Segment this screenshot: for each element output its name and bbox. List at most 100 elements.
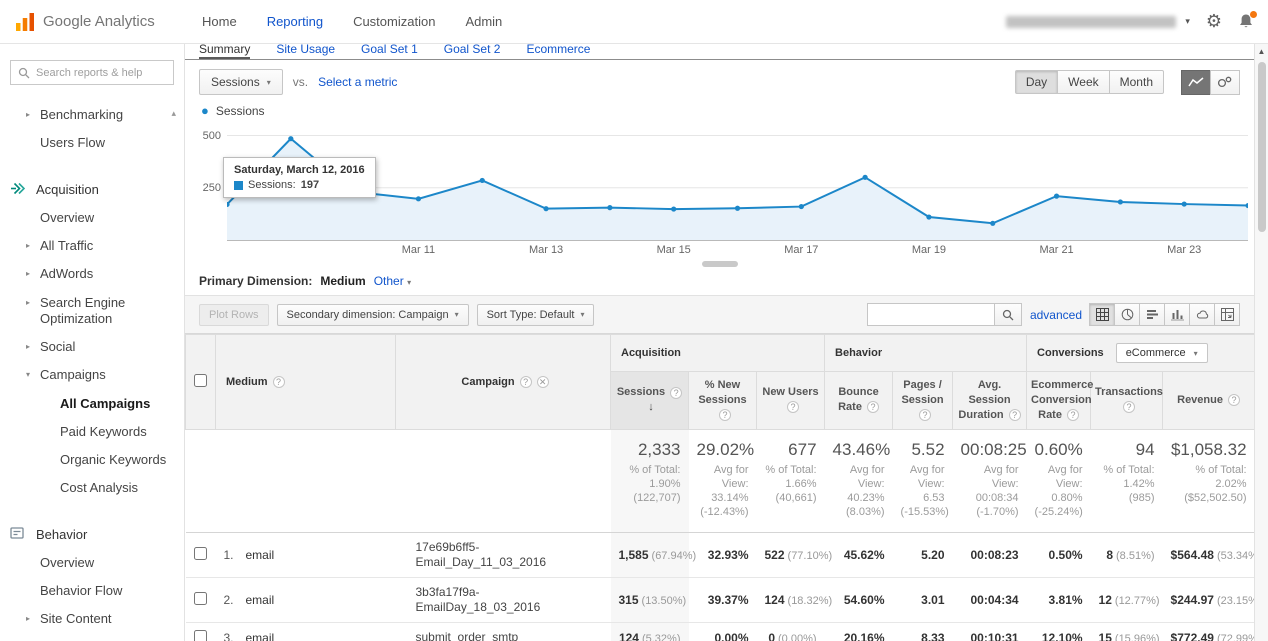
row-checkbox[interactable] [194, 630, 207, 641]
nav-item-reporting[interactable]: Reporting [267, 14, 323, 29]
totals-cell: 29.02%Avg for View: 33.14% (-12.43%) [689, 429, 757, 532]
search-reports-input[interactable] [36, 67, 166, 79]
primary-dimension-medium[interactable]: Medium [320, 274, 365, 288]
sidebar-item-organic-keywords[interactable]: Organic Keywords [0, 446, 184, 474]
sidebar-item-label: All Traffic [40, 238, 93, 253]
metric-value: 54.60% [844, 593, 885, 607]
sidebar-section-behavior[interactable]: Behavior [0, 521, 184, 549]
sidebar-item-cost-analysis[interactable]: Cost Analysis [0, 474, 184, 502]
plot-rows-button[interactable]: Plot Rows [199, 304, 269, 326]
help-icon[interactable]: ? [1009, 409, 1021, 421]
metric-value: 124 [765, 593, 785, 607]
term-cloud-view-icon[interactable] [1189, 303, 1215, 326]
sidebar-item-search-engine-optimization[interactable]: ▸Search Engine Optimization [0, 289, 184, 334]
chart-plot-area[interactable]: Saturday, March 12, 2016 Sessions: 197 [227, 123, 1248, 241]
row-checkbox[interactable] [194, 592, 207, 605]
help-icon[interactable]: ? [867, 401, 879, 413]
column-header-medium[interactable]: Medium? [216, 335, 396, 430]
sort-type-button[interactable]: Sort Type: Default ▾ [477, 304, 595, 326]
sidebar-item-behavior-flow[interactable]: Behavior Flow [0, 577, 184, 605]
header-right-controls: ▾ ⚙ [1006, 11, 1254, 32]
sidebar-item-all-campaigns[interactable]: All Campaigns [0, 390, 184, 418]
metric-selector-button[interactable]: Sessions ▾ [199, 69, 283, 95]
column-header-new-users[interactable]: New Users? [757, 372, 825, 430]
help-icon[interactable]: ? [273, 376, 285, 388]
row-checkbox[interactable] [194, 547, 207, 560]
tab-summary[interactable]: Summary [199, 44, 250, 59]
sidebar-item-benchmarking[interactable]: ▸Benchmarking [0, 101, 184, 129]
sidebar-item-users-flow[interactable]: Users Flow [0, 129, 184, 157]
help-icon[interactable]: ? [1228, 394, 1240, 406]
help-icon[interactable]: ? [1123, 401, 1135, 413]
motion-chart-icon[interactable] [1210, 70, 1240, 95]
sidebar-item-paid-keywords[interactable]: Paid Keywords [0, 418, 184, 446]
tab-goal-set-2[interactable]: Goal Set 2 [444, 44, 501, 59]
pivot-view-icon[interactable] [1214, 303, 1240, 326]
nav-item-admin[interactable]: Admin [465, 14, 502, 29]
conversions-type-select[interactable]: eCommerce▾ [1116, 343, 1208, 363]
granularity-day-button[interactable]: Day [1015, 70, 1058, 94]
nav-item-customization[interactable]: Customization [353, 14, 435, 29]
sidebar-item-campaigns[interactable]: ▾Campaigns [0, 361, 184, 389]
table-search-input[interactable] [867, 303, 995, 326]
x-axis-tick-label: Mar 21 [1039, 244, 1073, 256]
granularity-month-button[interactable]: Month [1109, 70, 1164, 94]
column-header-campaign[interactable]: Campaign?✕ [396, 335, 611, 430]
gear-icon[interactable]: ⚙ [1206, 11, 1222, 32]
x-axis-tick-label: Mar 19 [912, 244, 946, 256]
sidebar-item-overview[interactable]: Overview [0, 204, 184, 232]
sidebar-section-acquisition[interactable]: Acquisition [0, 176, 184, 204]
vertical-scrollbar[interactable]: ▲ [1254, 44, 1268, 641]
help-icon[interactable]: ? [1067, 409, 1079, 421]
tab-site-usage[interactable]: Site Usage [276, 44, 335, 59]
granularity-week-button[interactable]: Week [1057, 70, 1109, 94]
notifications-bell-icon[interactable] [1238, 13, 1254, 30]
remove-secondary-dimension-icon[interactable]: ✕ [537, 376, 549, 388]
sidebar-item-adwords[interactable]: ▸AdWords [0, 260, 184, 288]
nav-item-home[interactable]: Home [202, 14, 237, 29]
column-header-transactions[interactable]: Transactions? [1091, 372, 1163, 430]
select-metric-link[interactable]: Select a metric [318, 75, 397, 89]
help-icon[interactable]: ? [520, 376, 532, 388]
help-icon[interactable]: ? [787, 401, 799, 413]
column-header-bounce-rate[interactable]: Bounce Rate? [825, 372, 893, 430]
help-icon[interactable]: ? [719, 409, 731, 421]
data-table-view-icon[interactable] [1089, 303, 1115, 326]
tab-ecommerce[interactable]: Ecommerce [526, 44, 590, 59]
comparison-view-icon[interactable] [1164, 303, 1190, 326]
column-header-label: Pages / Session [901, 379, 943, 406]
metric-value: 0.00% [714, 631, 748, 641]
sidebar-item-social[interactable]: ▸Social [0, 333, 184, 361]
column-header-ecommerce-conversion-rate[interactable]: Ecommerce Conversion Rate? [1027, 372, 1091, 430]
help-icon[interactable]: ? [919, 409, 931, 421]
select-all-checkbox[interactable] [194, 374, 207, 387]
scrollbar-up-arrow-icon[interactable]: ▲ [1258, 47, 1266, 56]
secondary-dimension-button[interactable]: Secondary dimension: Campaign ▾ [277, 304, 469, 326]
expand-arrow-icon: ▸ [26, 342, 30, 352]
metric-cell: $564.48(53.34%) [1163, 532, 1254, 577]
sidebar-item-site-speed[interactable]: ▸Site Speed [0, 634, 184, 641]
account-switcher[interactable]: ▾ [1006, 16, 1190, 28]
app-brand[interactable]: Google Analytics [14, 11, 186, 33]
column-header-pages-session[interactable]: Pages / Session? [893, 372, 953, 430]
advanced-search-link[interactable]: advanced [1030, 308, 1082, 322]
primary-dimension-other[interactable]: Other ▾ [374, 274, 411, 288]
tab-goal-set-1[interactable]: Goal Set 1 [361, 44, 418, 59]
sidebar-item-overview[interactable]: Overview [0, 549, 184, 577]
column-header-new-sessions[interactable]: % New Sessions? [689, 372, 757, 430]
horizontal-scrollbar-thumb[interactable] [702, 261, 738, 267]
column-header-avg-session-duration[interactable]: Avg. Session Duration? [953, 372, 1027, 430]
sidebar-item-site-content[interactable]: ▸Site Content [0, 605, 184, 633]
help-icon[interactable]: ? [670, 387, 682, 399]
percentage-view-icon[interactable] [1114, 303, 1140, 326]
column-header-sessions[interactable]: Sessions?↓ [611, 372, 689, 430]
performance-view-icon[interactable] [1139, 303, 1165, 326]
sidebar-item-label: Overview [40, 555, 94, 570]
metric-percent: (5.32%) [642, 633, 681, 641]
line-chart-icon[interactable] [1181, 70, 1211, 95]
scrollbar-thumb[interactable] [1258, 62, 1266, 232]
column-header-revenue[interactable]: Revenue? [1163, 372, 1254, 430]
sidebar-item-all-traffic[interactable]: ▸All Traffic [0, 232, 184, 260]
metric-percent: (15.96%) [1115, 633, 1160, 641]
table-search-button[interactable] [995, 303, 1022, 326]
